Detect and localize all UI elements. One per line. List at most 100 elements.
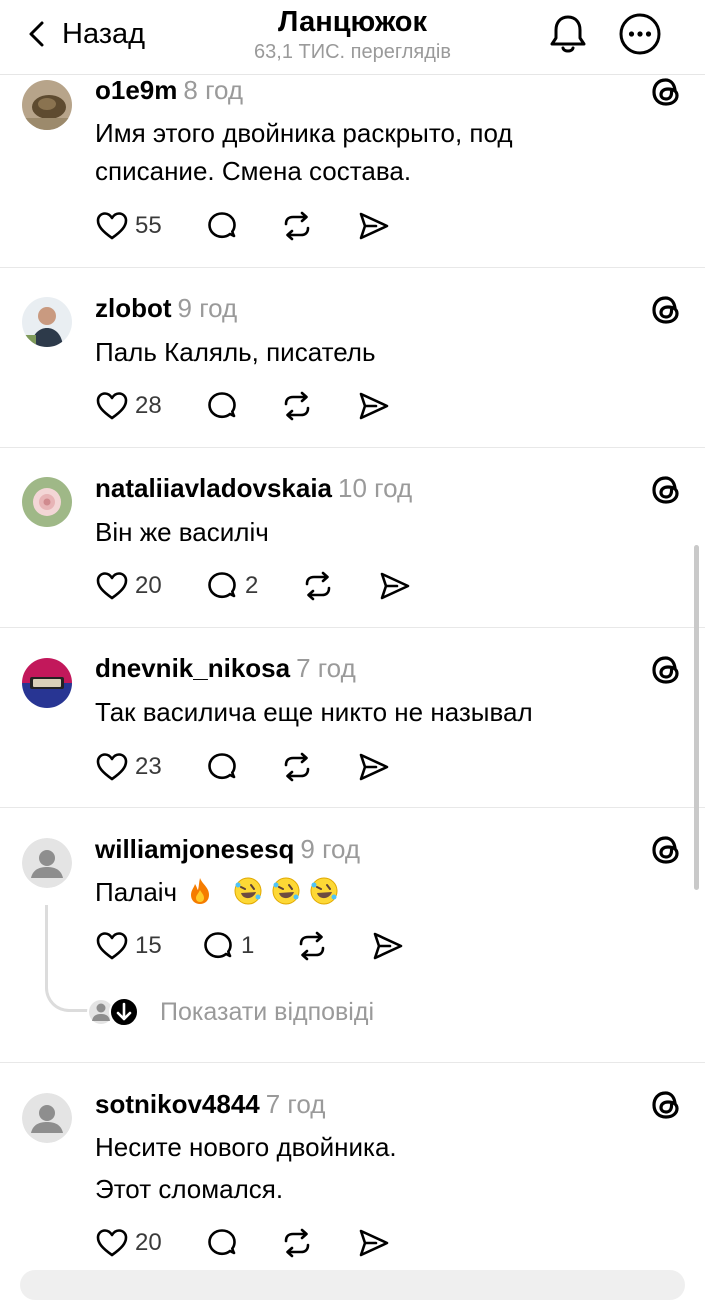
comment-bubble-icon	[208, 392, 236, 419]
repost-button[interactable]	[280, 747, 314, 787]
reply-composer-bar[interactable]	[20, 1270, 685, 1300]
like-button[interactable]: 28	[95, 386, 162, 426]
post-text-line: Имя этого двойника раскрыто, под	[95, 118, 513, 148]
comment-bubble-icon	[204, 932, 232, 959]
repost-icon	[284, 752, 310, 782]
like-button[interactable]: 20	[95, 1223, 162, 1263]
post-divider	[0, 267, 705, 268]
username[interactable]: dnevnik_nikosa	[95, 653, 290, 683]
username[interactable]: williamjonesesq	[95, 834, 294, 864]
post-meta: dnevnik_nikosa 7 год	[95, 652, 356, 684]
comment-bubble-icon	[208, 572, 236, 599]
thread-connector-line	[45, 905, 88, 1012]
reply-avatars-icon	[87, 997, 139, 1027]
avatar[interactable]	[22, 1093, 72, 1143]
timestamp: 10 год	[338, 473, 413, 503]
repost-button[interactable]	[295, 926, 329, 966]
post-meta: nataliiavladovskaia 10 год	[95, 472, 412, 504]
rolling-laugh-emoji	[272, 877, 300, 905]
threads-logo-icon[interactable]	[646, 72, 686, 112]
like-button[interactable]: 23	[95, 747, 162, 787]
comment-bubble-icon	[208, 753, 236, 780]
like-button[interactable]: 55	[95, 206, 162, 246]
reply-button[interactable]: 2	[205, 566, 258, 606]
top-bar: Назад Ланцюжок 63,1 ТИС. переглядів	[0, 0, 705, 75]
post-divider	[0, 627, 705, 628]
post-text-line: Паль Каляль, писатель	[95, 337, 376, 367]
repost-button[interactable]	[280, 1223, 314, 1263]
default-avatar-icon	[22, 838, 72, 888]
threads-logo-icon[interactable]	[646, 1085, 686, 1125]
like-count: 15	[135, 932, 162, 959]
threads-logo-icon[interactable]	[646, 470, 686, 510]
views-count: 63,1 ТИС. переглядів	[254, 41, 451, 63]
post-meta: zlobot 9 год	[95, 292, 237, 324]
share-button[interactable]	[357, 206, 391, 246]
like-button[interactable]: 20	[95, 566, 162, 606]
send-icon	[359, 753, 389, 781]
heart-icon	[96, 392, 128, 420]
username[interactable]: sotnikov4844	[95, 1089, 260, 1119]
post-text-line: Палаіч	[95, 873, 339, 911]
threads-logo-icon[interactable]	[646, 830, 686, 870]
post-divider	[0, 1062, 705, 1063]
heart-icon	[96, 932, 128, 960]
scrollbar[interactable]	[694, 545, 699, 890]
share-button[interactable]	[357, 386, 391, 426]
repost-button[interactable]	[280, 386, 314, 426]
post-text-line: Так василича еще никто не называл	[95, 697, 533, 727]
post-meta: williamjonesesq 9 год	[95, 833, 360, 865]
post-text-line: Він же василіч	[95, 517, 269, 547]
show-replies-button[interactable]: Показати відповіді	[86, 994, 374, 1030]
reply-button[interactable]	[205, 1223, 239, 1263]
post-text-line: списание. Смена состава.	[95, 156, 412, 186]
share-button[interactable]	[357, 747, 391, 787]
timestamp: 7 год	[265, 1089, 326, 1119]
reply-count: 1	[241, 932, 255, 959]
repost-icon	[299, 931, 325, 961]
username[interactable]: zlobot	[95, 293, 172, 323]
reply-button[interactable]	[205, 386, 239, 426]
reply-button[interactable]: 1	[201, 926, 254, 966]
like-button[interactable]: 15	[95, 926, 162, 966]
post-text-line: Несите нового двойника.	[95, 1132, 397, 1162]
avatar[interactable]	[22, 80, 72, 130]
share-button[interactable]	[357, 1223, 391, 1263]
avatar[interactable]	[22, 297, 72, 347]
repost-icon	[284, 1228, 310, 1258]
send-icon	[359, 1229, 389, 1257]
bell-icon[interactable]	[546, 12, 590, 56]
threads-logo-icon[interactable]	[646, 650, 686, 690]
timestamp: 8 год	[183, 75, 244, 105]
reply-button[interactable]	[205, 206, 239, 246]
avatar[interactable]	[22, 838, 72, 888]
like-count: 20	[135, 572, 162, 599]
repost-button[interactable]	[280, 206, 314, 246]
show-replies-label: Показати відповіді	[160, 997, 375, 1026]
more-options-icon[interactable]	[618, 12, 662, 56]
repost-button[interactable]	[301, 566, 335, 606]
default-avatar-icon	[22, 1093, 72, 1143]
title-block: Ланцюжок 63,1 ТИС. переглядів	[0, 4, 705, 64]
heart-icon	[96, 212, 128, 240]
send-icon	[373, 932, 403, 960]
username[interactable]: nataliiavladovskaia	[95, 473, 332, 503]
post-text: Палаіч	[95, 877, 178, 907]
rolling-laugh-emoji	[310, 877, 338, 905]
avatar[interactable]	[22, 477, 72, 527]
post-divider	[0, 807, 705, 808]
repost-icon	[305, 571, 331, 601]
post-text-line: Этот сломался.	[95, 1174, 284, 1204]
like-count: 20	[135, 1229, 162, 1256]
share-button[interactable]	[378, 566, 412, 606]
share-button[interactable]	[371, 926, 405, 966]
send-icon	[380, 572, 410, 600]
timestamp: 9 год	[300, 834, 361, 864]
reply-button[interactable]	[205, 747, 239, 787]
like-count: 23	[135, 753, 162, 780]
timestamp: 7 год	[296, 653, 356, 683]
username[interactable]: o1e9m	[95, 75, 177, 105]
avatar[interactable]	[22, 658, 72, 708]
threads-logo-icon[interactable]	[646, 290, 686, 330]
comment-bubble-icon	[208, 1229, 236, 1256]
